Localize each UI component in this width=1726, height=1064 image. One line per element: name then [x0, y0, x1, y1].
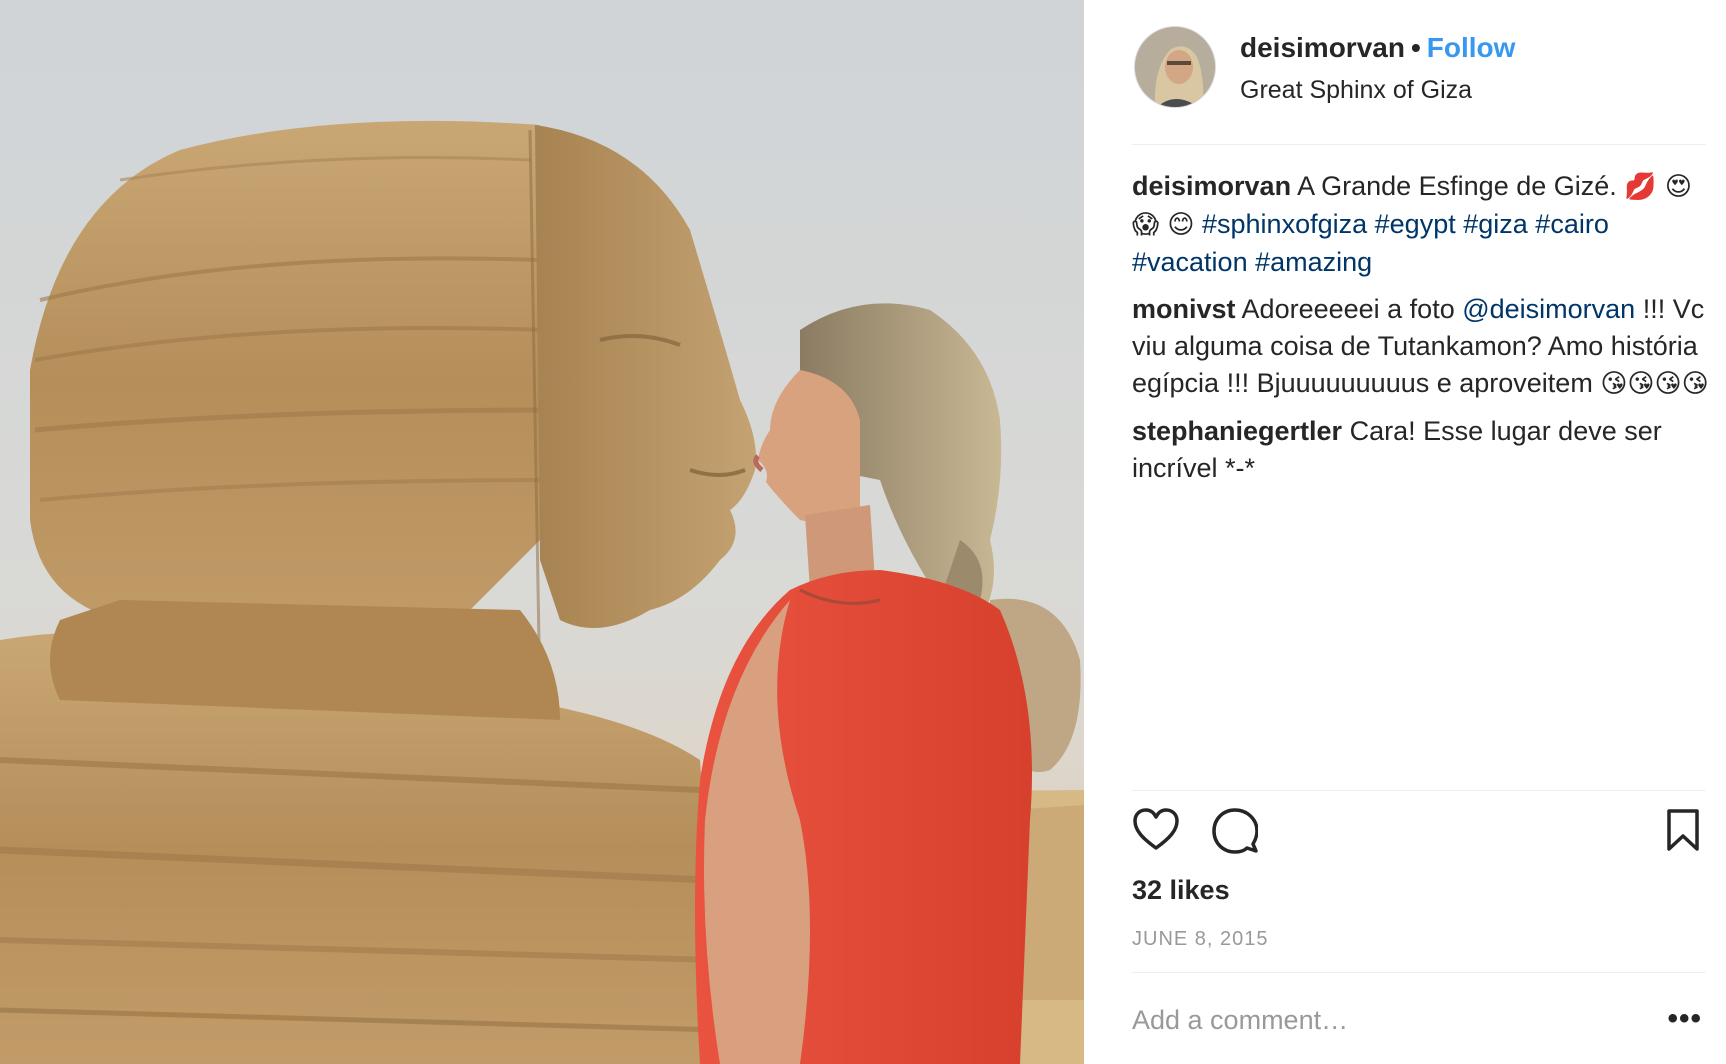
add-comment-input[interactable] — [1132, 996, 1632, 1044]
comment-username[interactable]: monivst — [1132, 294, 1236, 324]
hashtag-cairo[interactable]: #cairo — [1535, 209, 1609, 239]
sphinx-photo-illustration — [0, 120, 1084, 1064]
caption: deisimorvan A Grande Esfinge de Gizé. 💋 … — [1132, 168, 1712, 281]
header-divider — [1132, 144, 1706, 145]
add-comment-section: ••• — [1132, 990, 1706, 1050]
comment-bubble-icon[interactable] — [1212, 808, 1259, 859]
hashtag-giza[interactable]: #giza — [1463, 209, 1528, 239]
avatar-image — [1135, 27, 1215, 107]
comment-mention[interactable]: @deisimorvan — [1462, 294, 1635, 324]
post-date[interactable]: JUNE 8, 2015 — [1132, 928, 1269, 951]
hashtag-sphinxofgiza[interactable]: #sphinxofgiza — [1202, 209, 1367, 239]
separator-dot: • — [1410, 32, 1421, 63]
hashtag-egypt[interactable]: #egypt — [1375, 209, 1456, 239]
comment-username[interactable]: stephaniegertler — [1132, 416, 1342, 446]
comment-item: stephaniegertler Cara! Esse lugar deve s… — [1132, 413, 1712, 487]
caption-text: A Grande Esfinge de Gizé. — [1297, 171, 1617, 201]
avatar[interactable] — [1134, 26, 1216, 108]
comment-emojis: 😘😘😘😘 — [1600, 369, 1709, 399]
follow-button[interactable]: Follow — [1427, 32, 1516, 63]
post-header: deisimorvan • Follow Great Sphinx of Giza — [1134, 24, 1704, 144]
username-row: deisimorvan • Follow — [1240, 32, 1515, 64]
location-link[interactable]: Great Sphinx of Giza — [1240, 76, 1472, 105]
bookmark-icon[interactable] — [1666, 808, 1700, 857]
hashtag-vacation[interactable]: #vacation — [1132, 247, 1248, 277]
caption-username[interactable]: deisimorvan — [1132, 171, 1291, 201]
comment-divider — [1132, 972, 1706, 973]
heart-icon[interactable] — [1132, 808, 1180, 857]
hashtag-amazing[interactable]: #amazing — [1255, 247, 1372, 277]
post-details-panel: deisimorvan • Follow Great Sphinx of Giza … — [1084, 0, 1726, 1064]
likes-count[interactable]: 32 likes — [1132, 875, 1230, 906]
post-photo[interactable] — [0, 0, 1084, 1064]
more-options-icon[interactable]: ••• — [1667, 1002, 1702, 1036]
comments-list: deisimorvan A Grande Esfinge de Gizé. 💋 … — [1132, 168, 1712, 497]
comment-text: Adoreeeeei a foto — [1241, 294, 1455, 324]
action-bar — [1132, 808, 1706, 860]
comment-item: monivst Adoreeeeei a foto @deisimorvan !… — [1132, 291, 1712, 403]
actions-divider — [1132, 790, 1706, 791]
username-link[interactable]: deisimorvan — [1240, 32, 1405, 63]
